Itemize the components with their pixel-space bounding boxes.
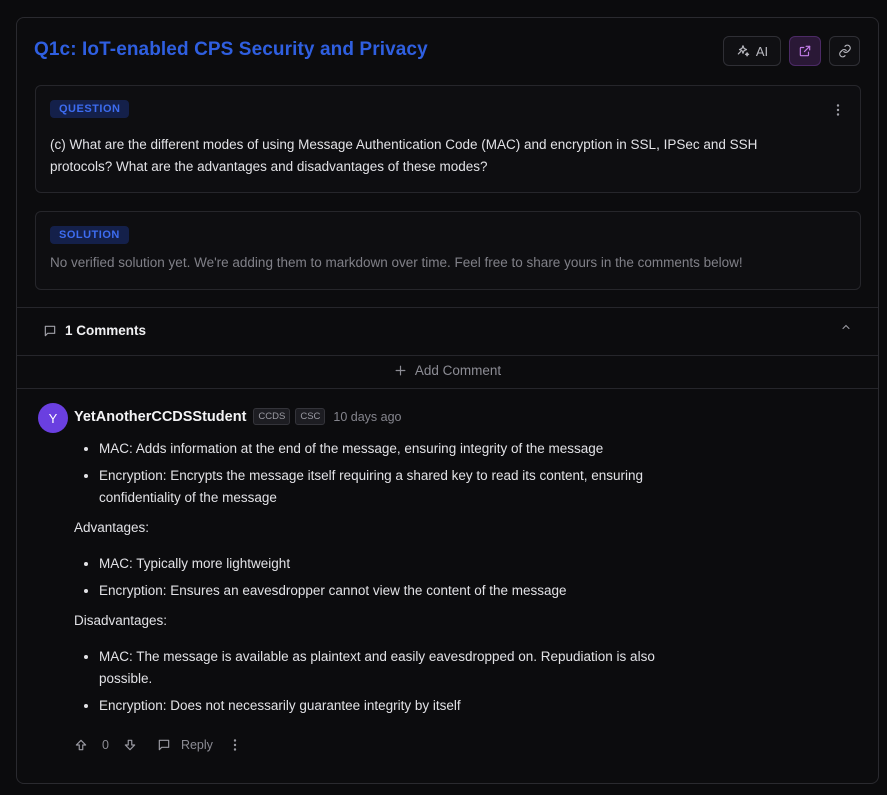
list-item: Encryption: Encrypts the message itself … <box>99 465 694 509</box>
list-item: MAC: Adds information at the end of the … <box>99 438 694 460</box>
list-item: Encryption: Ensures an eavesdropper cann… <box>99 580 694 602</box>
solution-panel: SOLUTION No verified solution yet. We're… <box>35 211 861 290</box>
comment-icon <box>43 324 57 338</box>
disadvantages-list: MAC: The message is available as plainte… <box>74 646 694 717</box>
question-text: (c) What are the different modes of usin… <box>50 137 758 174</box>
comments-toggle[interactable]: 1 Comments <box>43 323 146 338</box>
comment-header: YetAnotherCCDSStudent CCDS CSC 10 days a… <box>74 408 402 425</box>
divider <box>17 355 878 356</box>
more-vertical-icon[interactable] <box>233 739 237 751</box>
avatar[interactable]: Y <box>38 403 68 433</box>
divider <box>17 388 878 389</box>
link-icon <box>838 44 852 58</box>
external-link-icon <box>798 44 812 58</box>
badge: CSC <box>295 408 326 425</box>
more-vertical-icon[interactable] <box>836 104 840 116</box>
sparkles-icon <box>736 44 750 58</box>
downvote-icon[interactable] <box>123 738 137 752</box>
reply-button[interactable]: Reply <box>157 738 213 752</box>
divider <box>17 307 878 308</box>
advantages-list: MAC: Typically more lightweight Encrypti… <box>74 553 694 602</box>
question-card: Q1c: IoT-enabled CPS Security and Privac… <box>16 17 879 784</box>
reply-icon <box>157 738 171 752</box>
comment-actions: 0 Reply <box>74 738 237 752</box>
chevron-up-icon[interactable] <box>840 321 852 333</box>
list-item: MAC: Typically more lightweight <box>99 553 694 575</box>
header-actions: AI <box>723 36 860 66</box>
question-panel: QUESTION (c) What are the different mode… <box>35 85 861 193</box>
add-comment-button[interactable]: Add Comment <box>17 363 878 378</box>
open-external-button[interactable] <box>789 36 821 66</box>
badge: CCDS <box>253 408 291 425</box>
disadvantages-heading: Disadvantages: <box>74 613 168 628</box>
ai-button[interactable]: AI <box>723 36 781 66</box>
comment-time: 10 days ago <box>333 409 402 424</box>
list-item: MAC: The message is available as plainte… <box>99 646 694 690</box>
advantages-heading: Advantages: <box>74 520 150 535</box>
upvote-icon[interactable] <box>74 738 88 752</box>
add-comment-label: Add Comment <box>414 363 502 378</box>
copy-link-button[interactable] <box>829 36 860 66</box>
question-tag: QUESTION <box>50 100 130 118</box>
solution-text: No verified solution yet. We're adding t… <box>50 255 743 270</box>
comment-author[interactable]: YetAnotherCCDSStudent <box>74 409 246 425</box>
solution-tag: SOLUTION <box>50 226 129 244</box>
comment-list: MAC: Adds information at the end of the … <box>74 438 694 509</box>
comment-body: MAC: Adds information at the end of the … <box>74 438 694 722</box>
comments-count: 1 Comments <box>65 323 147 338</box>
ai-button-label: AI <box>755 43 769 59</box>
plus-icon <box>394 364 407 377</box>
list-item: Encryption: Does not necessarily guarant… <box>99 695 694 717</box>
question-title: Q1c: IoT-enabled CPS Security and Privac… <box>34 39 428 60</box>
reply-label: Reply <box>180 738 213 752</box>
vote-count: 0 <box>102 738 109 752</box>
